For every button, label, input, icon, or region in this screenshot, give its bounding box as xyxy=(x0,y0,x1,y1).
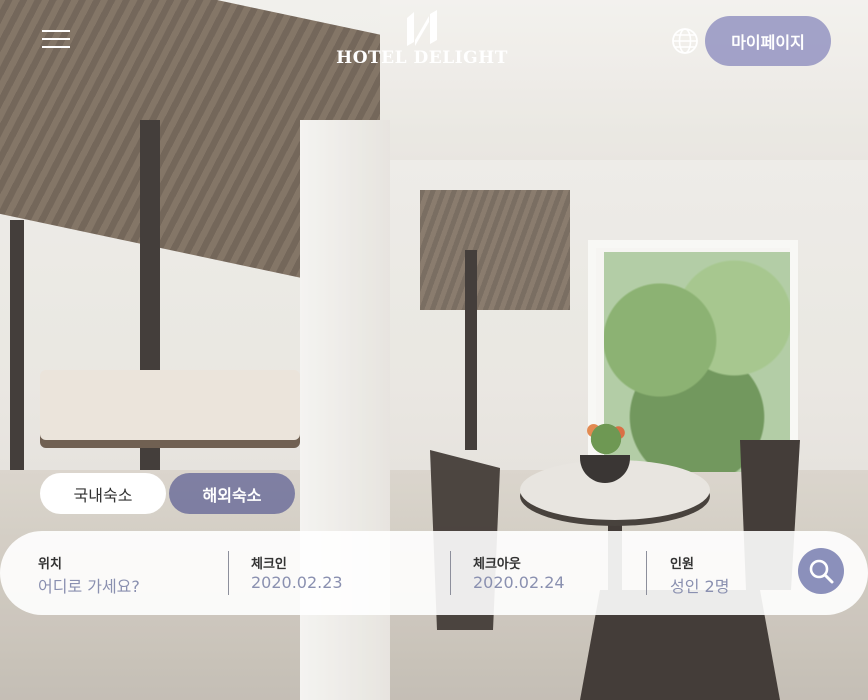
mypage-button[interactable]: 마이페이지 xyxy=(705,16,831,66)
field-divider xyxy=(646,551,647,595)
tab-domestic[interactable]: 국내숙소 xyxy=(40,473,166,514)
search-icon xyxy=(809,559,834,584)
checkout-date[interactable]: 2020.02.24 xyxy=(473,573,565,592)
guests-field[interactable]: 인원 성인 2명 xyxy=(670,531,790,615)
field-divider xyxy=(228,551,229,595)
menu-line xyxy=(42,38,70,40)
guests-label: 인원 xyxy=(670,557,694,572)
field-divider xyxy=(450,551,451,595)
checkin-field[interactable]: 체크인 2020.02.23 xyxy=(251,531,451,615)
search-button[interactable] xyxy=(798,548,844,594)
logo-mark-icon xyxy=(407,10,437,46)
globe-icon[interactable] xyxy=(671,27,699,55)
location-label: 위치 xyxy=(38,557,62,572)
search-bar: 위치 어디로 가세요? 체크인 2020.02.23 체크아웃 2020.02.… xyxy=(0,531,868,615)
tab-overseas[interactable]: 해외숙소 xyxy=(169,473,295,514)
checkin-date[interactable]: 2020.02.23 xyxy=(251,573,343,592)
checkin-label: 체크인 xyxy=(251,557,287,572)
guests-count[interactable]: 성인 2명 xyxy=(670,573,729,597)
menu-line xyxy=(42,46,70,48)
brand-name: HOTEL DELIGHT xyxy=(336,48,508,68)
location-input[interactable]: 어디로 가세요? xyxy=(38,573,140,597)
menu-line xyxy=(42,30,70,32)
location-field[interactable]: 위치 어디로 가세요? xyxy=(38,531,228,615)
hamburger-menu-icon[interactable] xyxy=(42,30,70,48)
hotel-delight-logo[interactable]: HOTEL DELIGHT xyxy=(334,10,510,72)
checkout-label: 체크아웃 xyxy=(473,557,521,572)
checkout-field[interactable]: 체크아웃 2020.02.24 xyxy=(473,531,643,615)
